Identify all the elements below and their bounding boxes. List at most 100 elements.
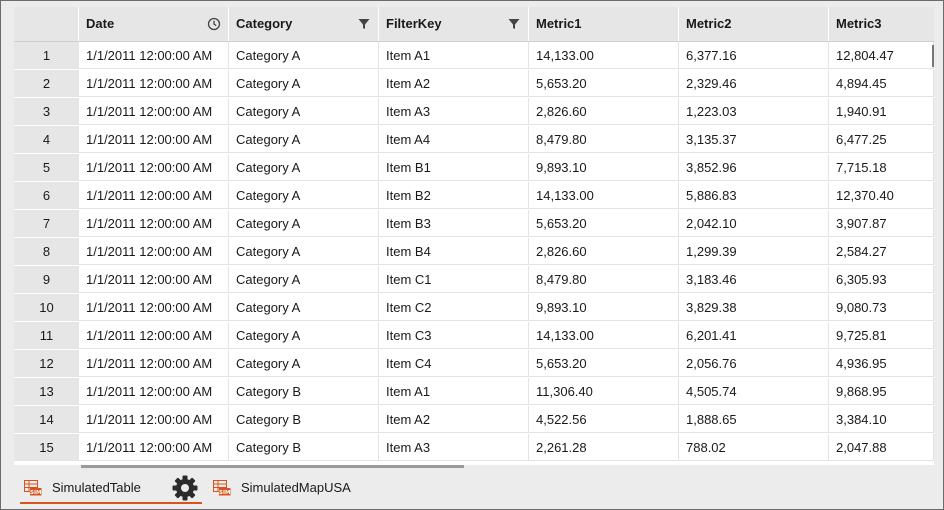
cell-metric2[interactable]: 1,888.65 — [679, 406, 829, 433]
table-row[interactable]: 2 1/1/2011 12:00:00 AM Category A Item A2 5,… — [14, 70, 934, 98]
cell-metric1[interactable]: 9,893.10 — [529, 154, 679, 181]
cell-filterkey[interactable]: Item A3 — [379, 98, 529, 125]
cell-metric2[interactable]: 1,223.03 — [679, 98, 829, 125]
vertical-scrollbar[interactable] — [932, 45, 934, 67]
cell-metric2[interactable]: 3,135.37 — [679, 126, 829, 153]
cell-metric1[interactable]: 11,306.40 — [529, 378, 679, 405]
row-number[interactable]: 14 — [14, 406, 79, 434]
cell-date[interactable]: 1/1/2011 12:00:00 AM — [79, 378, 229, 405]
cell-metric2[interactable]: 2,042.10 — [679, 210, 829, 237]
cell-category[interactable]: Category A — [229, 350, 379, 377]
cell-metric3[interactable]: 9,725.81 — [829, 322, 934, 349]
cell-filterkey[interactable]: Item C2 — [379, 294, 529, 321]
cell-date[interactable]: 1/1/2011 12:00:00 AM — [79, 406, 229, 433]
row-number[interactable]: 11 — [14, 322, 79, 350]
column-header-category[interactable]: Category — [229, 7, 379, 41]
cell-metric1[interactable]: 5,653.20 — [529, 350, 679, 377]
row-number[interactable]: 2 — [14, 70, 79, 98]
cell-metric3[interactable]: 3,384.10 — [829, 406, 934, 433]
row-number[interactable]: 10 — [14, 294, 79, 322]
cell-metric1[interactable]: 2,826.60 — [529, 98, 679, 125]
cell-metric1[interactable]: 4,522.56 — [529, 406, 679, 433]
cell-filterkey[interactable]: Item A4 — [379, 126, 529, 153]
cell-metric1[interactable]: 8,479.80 — [529, 266, 679, 293]
column-header-metric1[interactable]: Metric1 — [529, 7, 679, 41]
cell-filterkey[interactable]: Item A1 — [379, 378, 529, 405]
cell-date[interactable]: 1/1/2011 12:00:00 AM — [79, 98, 229, 125]
clock-icon[interactable] — [207, 17, 221, 31]
table-row[interactable]: 3 1/1/2011 12:00:00 AM Category A Item A3 2,… — [14, 98, 934, 126]
cell-metric3[interactable]: 6,305.93 — [829, 266, 934, 293]
cell-metric3[interactable]: 12,370.40 — [829, 182, 934, 209]
cell-date[interactable]: 1/1/2011 12:00:00 AM — [79, 126, 229, 153]
cell-category[interactable]: Category A — [229, 126, 379, 153]
cell-metric2[interactable]: 6,201.41 — [679, 322, 829, 349]
cell-metric1[interactable]: 8,479.80 — [529, 126, 679, 153]
cell-filterkey[interactable]: Item A2 — [379, 406, 529, 433]
cell-metric3[interactable]: 2,047.88 — [829, 434, 934, 461]
cell-metric2[interactable]: 6,377.16 — [679, 42, 829, 69]
cell-metric3[interactable]: 7,715.18 — [829, 154, 934, 181]
cell-category[interactable]: Category A — [229, 154, 379, 181]
cell-category[interactable]: Category A — [229, 98, 379, 125]
tab-simulated-map-usa[interactable]: SIM SimulatedMapUSA — [209, 472, 379, 504]
table-row[interactable]: 1 1/1/2011 12:00:00 AM Category A Item A1 14… — [14, 42, 934, 70]
table-row[interactable]: 9 1/1/2011 12:00:00 AM Category A Item C1 8,… — [14, 266, 934, 294]
table-row[interactable]: 5 1/1/2011 12:00:00 AM Category A Item B1 9,… — [14, 154, 934, 182]
cell-category[interactable]: Category B — [229, 434, 379, 461]
cell-filterkey[interactable]: Item A1 — [379, 42, 529, 69]
cell-filterkey[interactable]: Item B1 — [379, 154, 529, 181]
column-header-metric2[interactable]: Metric2 — [679, 7, 829, 41]
cell-filterkey[interactable]: Item C1 — [379, 266, 529, 293]
row-number[interactable]: 4 — [14, 126, 79, 154]
cell-date[interactable]: 1/1/2011 12:00:00 AM — [79, 350, 229, 377]
column-header-filterkey[interactable]: FilterKey — [379, 7, 529, 41]
cell-date[interactable]: 1/1/2011 12:00:00 AM — [79, 266, 229, 293]
filter-icon[interactable] — [507, 17, 521, 31]
table-row[interactable]: 10 1/1/2011 12:00:00 AM Category A Item C2 9… — [14, 294, 934, 322]
cell-metric3[interactable]: 9,868.95 — [829, 378, 934, 405]
table-row[interactable]: 12 1/1/2011 12:00:00 AM Category A Item C4 5… — [14, 350, 934, 378]
cell-metric3[interactable]: 4,894.45 — [829, 70, 934, 97]
row-number[interactable]: 5 — [14, 154, 79, 182]
filter-icon[interactable] — [357, 17, 371, 31]
cell-metric1[interactable]: 5,653.20 — [529, 70, 679, 97]
cell-metric2[interactable]: 2,329.46 — [679, 70, 829, 97]
cell-metric1[interactable]: 5,653.20 — [529, 210, 679, 237]
row-number[interactable]: 3 — [14, 98, 79, 126]
column-header-date[interactable]: Date — [79, 7, 229, 41]
cell-category[interactable]: Category A — [229, 182, 379, 209]
cell-date[interactable]: 1/1/2011 12:00:00 AM — [79, 238, 229, 265]
cell-category[interactable]: Category B — [229, 378, 379, 405]
cell-metric1[interactable]: 14,133.00 — [529, 182, 679, 209]
cell-date[interactable]: 1/1/2011 12:00:00 AM — [79, 182, 229, 209]
cell-metric3[interactable]: 9,080.73 — [829, 294, 934, 321]
cell-date[interactable]: 1/1/2011 12:00:00 AM — [79, 154, 229, 181]
row-number[interactable]: 12 — [14, 350, 79, 378]
cell-category[interactable]: Category A — [229, 266, 379, 293]
cell-category[interactable]: Category A — [229, 70, 379, 97]
cell-filterkey[interactable]: Item C4 — [379, 350, 529, 377]
cell-metric2[interactable]: 2,056.76 — [679, 350, 829, 377]
cell-category[interactable]: Category A — [229, 322, 379, 349]
gear-icon[interactable] — [171, 474, 199, 502]
cell-metric3[interactable]: 12,804.47 — [829, 42, 934, 69]
cell-filterkey[interactable]: Item A2 — [379, 70, 529, 97]
table-row[interactable]: 7 1/1/2011 12:00:00 AM Category A Item B3 5,… — [14, 210, 934, 238]
cell-metric1[interactable]: 14,133.00 — [529, 42, 679, 69]
row-number[interactable]: 13 — [14, 378, 79, 406]
table-row[interactable]: 11 1/1/2011 12:00:00 AM Category A Item C3 1… — [14, 322, 934, 350]
cell-metric3[interactable]: 2,584.27 — [829, 238, 934, 265]
cell-date[interactable]: 1/1/2011 12:00:00 AM — [79, 294, 229, 321]
table-row[interactable]: 6 1/1/2011 12:00:00 AM Category A Item B2 14… — [14, 182, 934, 210]
cell-metric2[interactable]: 3,183.46 — [679, 266, 829, 293]
table-row[interactable]: 15 1/1/2011 12:00:00 AM Category B Item A3 2… — [14, 434, 934, 462]
cell-metric1[interactable]: 2,826.60 — [529, 238, 679, 265]
cell-metric1[interactable]: 14,133.00 — [529, 322, 679, 349]
table-row[interactable]: 14 1/1/2011 12:00:00 AM Category B Item A2 4… — [14, 406, 934, 434]
cell-metric2[interactable]: 3,829.38 — [679, 294, 829, 321]
cell-metric3[interactable]: 3,907.87 — [829, 210, 934, 237]
cell-category[interactable]: Category A — [229, 42, 379, 69]
cell-category[interactable]: Category A — [229, 294, 379, 321]
cell-filterkey[interactable]: Item B4 — [379, 238, 529, 265]
